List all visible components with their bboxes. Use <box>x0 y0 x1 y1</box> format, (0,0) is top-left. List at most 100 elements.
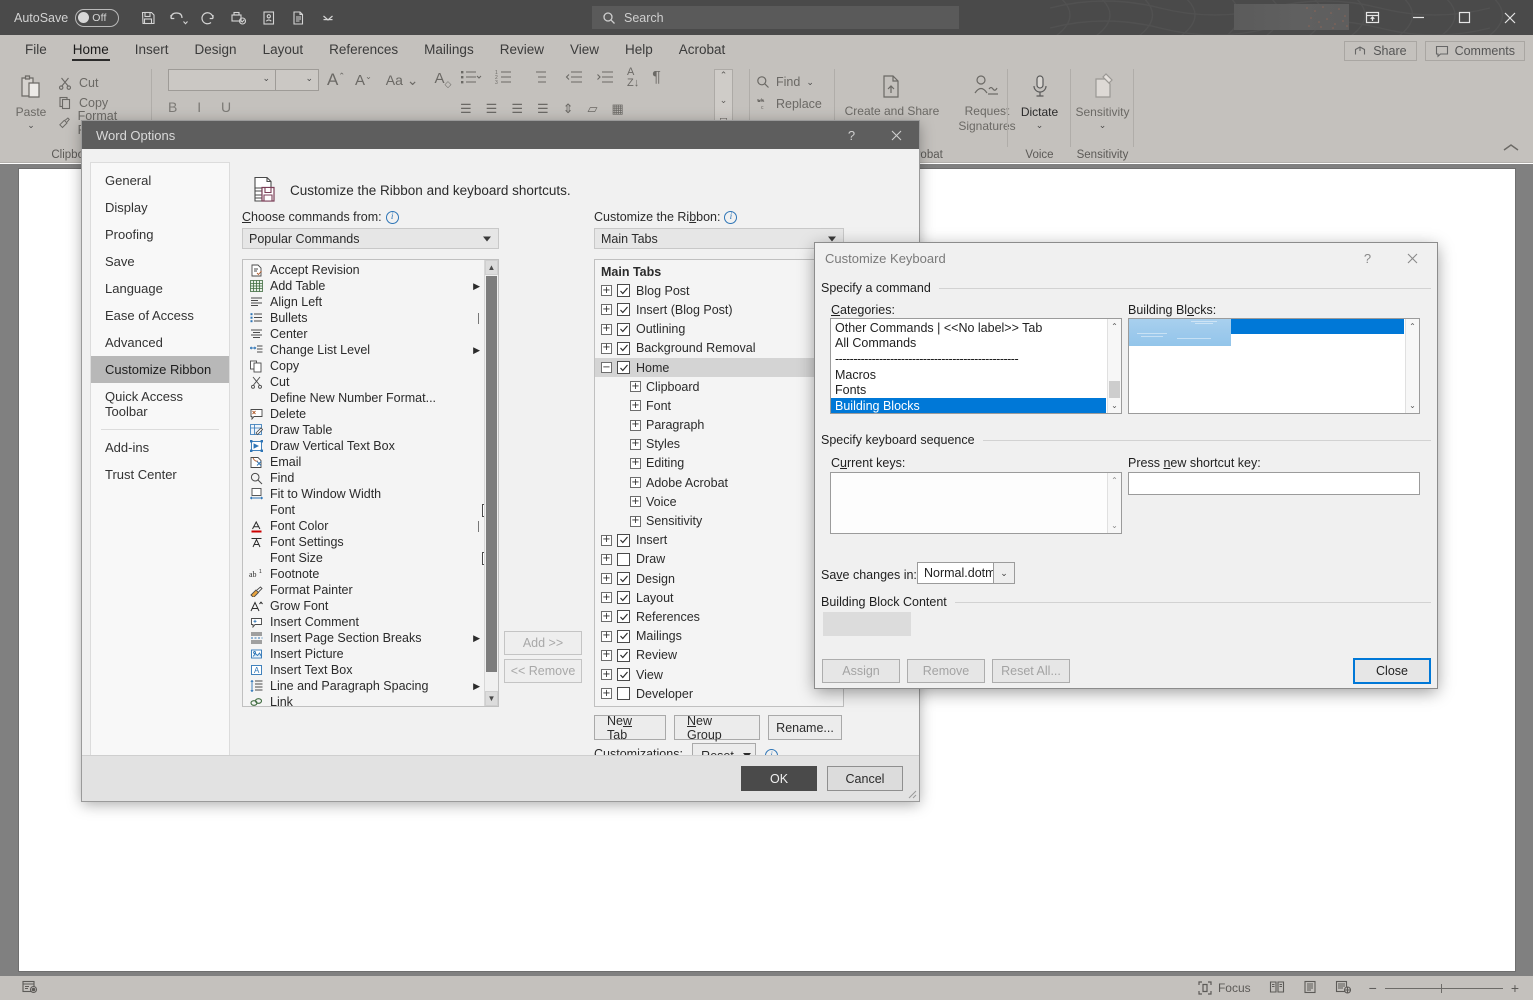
shading-icon[interactable]: ▱ <box>588 101 598 117</box>
assign-button[interactable]: Assign <box>822 659 900 683</box>
focus-button[interactable]: Focus <box>1198 981 1251 995</box>
tree-item-review[interactable]: + Review <box>601 646 843 665</box>
checkbox-checked[interactable] <box>617 610 630 624</box>
expand-icon[interactable]: + <box>601 285 612 297</box>
expand-icon[interactable]: + <box>601 688 612 700</box>
command-item[interactable]: ab 1 Footnote <box>247 566 484 582</box>
web-layout-icon[interactable] <box>1335 980 1351 997</box>
zoom-track[interactable] <box>1384 983 1503 993</box>
command-item[interactable]: Insert Page Section Breaks ▶ <box>247 630 484 646</box>
checkbox-unchecked[interactable] <box>617 687 630 701</box>
nav-item-add-ins[interactable]: Add-ins <box>91 434 229 461</box>
maximize-icon[interactable] <box>1441 0 1487 35</box>
checkbox-checked[interactable] <box>617 648 630 662</box>
expand-icon[interactable]: + <box>630 457 641 469</box>
expand-icon[interactable]: + <box>630 496 641 508</box>
collapse-icon[interactable]: − <box>601 362 612 374</box>
tab-home[interactable]: Home <box>60 39 122 63</box>
expand-icon[interactable]: + <box>601 592 612 604</box>
expand-icon[interactable]: + <box>630 419 641 431</box>
sort-icon[interactable]: A Z↓ <box>627 67 639 89</box>
align-left-icon[interactable]: ☰ <box>460 101 472 117</box>
submenu-arrow-icon[interactable]: ▶ <box>473 345 480 356</box>
command-item[interactable]: Align Left <box>247 294 484 310</box>
command-item[interactable]: Bullets▶ <box>247 310 492 326</box>
sensitivity-button[interactable]: Sensitivity ⌄ <box>1071 67 1134 131</box>
command-item[interactable]: A Insert Text Box <box>247 662 484 678</box>
help-icon[interactable]: ? <box>1345 243 1390 273</box>
quick-access-toolbar[interactable] <box>133 5 343 31</box>
scroll-down-icon[interactable]: ▼ <box>485 691 498 706</box>
info-icon[interactable]: i <box>724 210 738 224</box>
paragraph-controls[interactable]: 123 A Z↓ ¶ <box>460 67 661 89</box>
command-item[interactable]: FontI ▾ <box>247 502 498 518</box>
tab-help[interactable]: Help <box>612 39 666 63</box>
new-group-button[interactable]: New Group <box>674 714 760 742</box>
share-button[interactable]: Share <box>1344 41 1417 61</box>
remove-button[interactable]: Remove <box>907 659 985 683</box>
close-button[interactable]: Close <box>1353 658 1431 684</box>
nav-item-customize-ribbon[interactable]: Customize Ribbon <box>91 356 229 383</box>
expand-icon[interactable]: + <box>630 438 641 450</box>
shrink-font-icon[interactable]: A⌄ <box>355 72 372 89</box>
numbering-icon[interactable]: 123 <box>495 69 517 88</box>
command-item[interactable]: Insert Picture <box>247 646 484 662</box>
ribbon-display-options-icon[interactable] <box>1349 0 1395 35</box>
print-layout-icon[interactable] <box>1303 980 1317 997</box>
command-item[interactable]: Insert Comment <box>247 614 484 630</box>
expand-icon[interactable]: + <box>601 534 612 546</box>
borders-icon[interactable]: ▦ <box>612 101 624 117</box>
command-item[interactable]: Center <box>247 326 484 342</box>
submenu-arrow-icon[interactable]: ▶ <box>473 281 480 292</box>
command-item[interactable]: Format Painter <box>247 582 484 598</box>
scroll-down-icon[interactable]: ⌄ <box>1108 398 1121 413</box>
paste-dropdown-icon[interactable]: ⌄ <box>27 120 35 131</box>
command-item[interactable]: Fit to Window Width <box>247 486 484 502</box>
ok-button[interactable]: OK <box>741 766 817 791</box>
chevron-down-icon[interactable]: ⌄ <box>993 563 1014 583</box>
rename-button[interactable]: Rename... <box>768 715 842 740</box>
command-item[interactable]: Copy <box>247 358 484 374</box>
submenu-arrow-icon[interactable]: ▶ <box>473 681 480 692</box>
building-blocks-scrollbar[interactable]: ⌃ ⌄ <box>1405 319 1419 413</box>
ribbon-tab-bar[interactable]: File Home Insert Design Layout Reference… <box>0 35 1533 63</box>
save-changes-combo[interactable]: Normal.dotm ⌄ <box>917 562 1015 584</box>
nav-item-language[interactable]: Language <box>91 275 229 302</box>
scroll-up-icon[interactable]: ⌃ <box>1406 319 1419 334</box>
save-icon[interactable] <box>133 5 163 31</box>
window-controls[interactable] <box>1349 0 1533 35</box>
bullets-icon[interactable] <box>460 69 482 88</box>
comments-button[interactable]: Comments <box>1424 41 1525 61</box>
checkbox-checked[interactable] <box>617 629 630 643</box>
search-input[interactable]: Search <box>592 6 959 29</box>
undo-icon[interactable] <box>163 5 193 31</box>
minimize-icon[interactable] <box>1395 0 1441 35</box>
nav-item-quick-access-toolbar[interactable]: Quick Access Toolbar <box>91 383 229 425</box>
tree-item-editing[interactable]: + Editing <box>601 454 843 473</box>
command-item[interactable]: Line and Paragraph Spacing ▶ <box>247 678 484 694</box>
command-item[interactable]: Accept Revision <box>247 262 484 278</box>
help-icon[interactable]: ? <box>829 121 874 149</box>
categories-list[interactable]: Other Commands | <<No label>> Tab All Co… <box>831 320 1106 413</box>
find-dropdown-icon[interactable]: ⌄ <box>806 77 814 88</box>
current-keys-scrollbar[interactable]: ⌃ ⌄ <box>1107 473 1121 533</box>
collapse-ribbon-icon[interactable] <box>1503 141 1519 156</box>
checkbox-checked[interactable] <box>617 284 630 298</box>
checkbox-checked[interactable] <box>617 361 630 375</box>
current-keys-listbox[interactable]: ⌃ ⌄ <box>830 472 1122 534</box>
tab-references[interactable]: References <box>316 39 411 63</box>
command-item[interactable]: Draw Table <box>247 422 484 438</box>
show-formatting-marks-icon[interactable]: ¶ <box>652 69 661 87</box>
remove-button[interactable]: << Remove <box>504 659 582 683</box>
commands-list[interactable]: Accept Revision Add Table ▶ Align Left Bu… <box>243 260 498 706</box>
tab-acrobat[interactable]: Acrobat <box>666 39 739 63</box>
tab-layout[interactable]: Layout <box>250 39 317 63</box>
category-item-selected[interactable]: Building Blocks <box>831 397 1106 413</box>
checkbox-checked[interactable] <box>617 341 630 355</box>
command-item[interactable]: Grow Font <box>247 598 484 614</box>
command-item[interactable]: Draw Vertical Text Box <box>247 438 484 454</box>
tree-item-design[interactable]: + Design <box>601 569 843 588</box>
expand-icon[interactable]: + <box>601 323 612 335</box>
increase-indent-icon[interactable] <box>596 69 614 88</box>
command-item[interactable]: Font Settings <box>247 534 484 550</box>
